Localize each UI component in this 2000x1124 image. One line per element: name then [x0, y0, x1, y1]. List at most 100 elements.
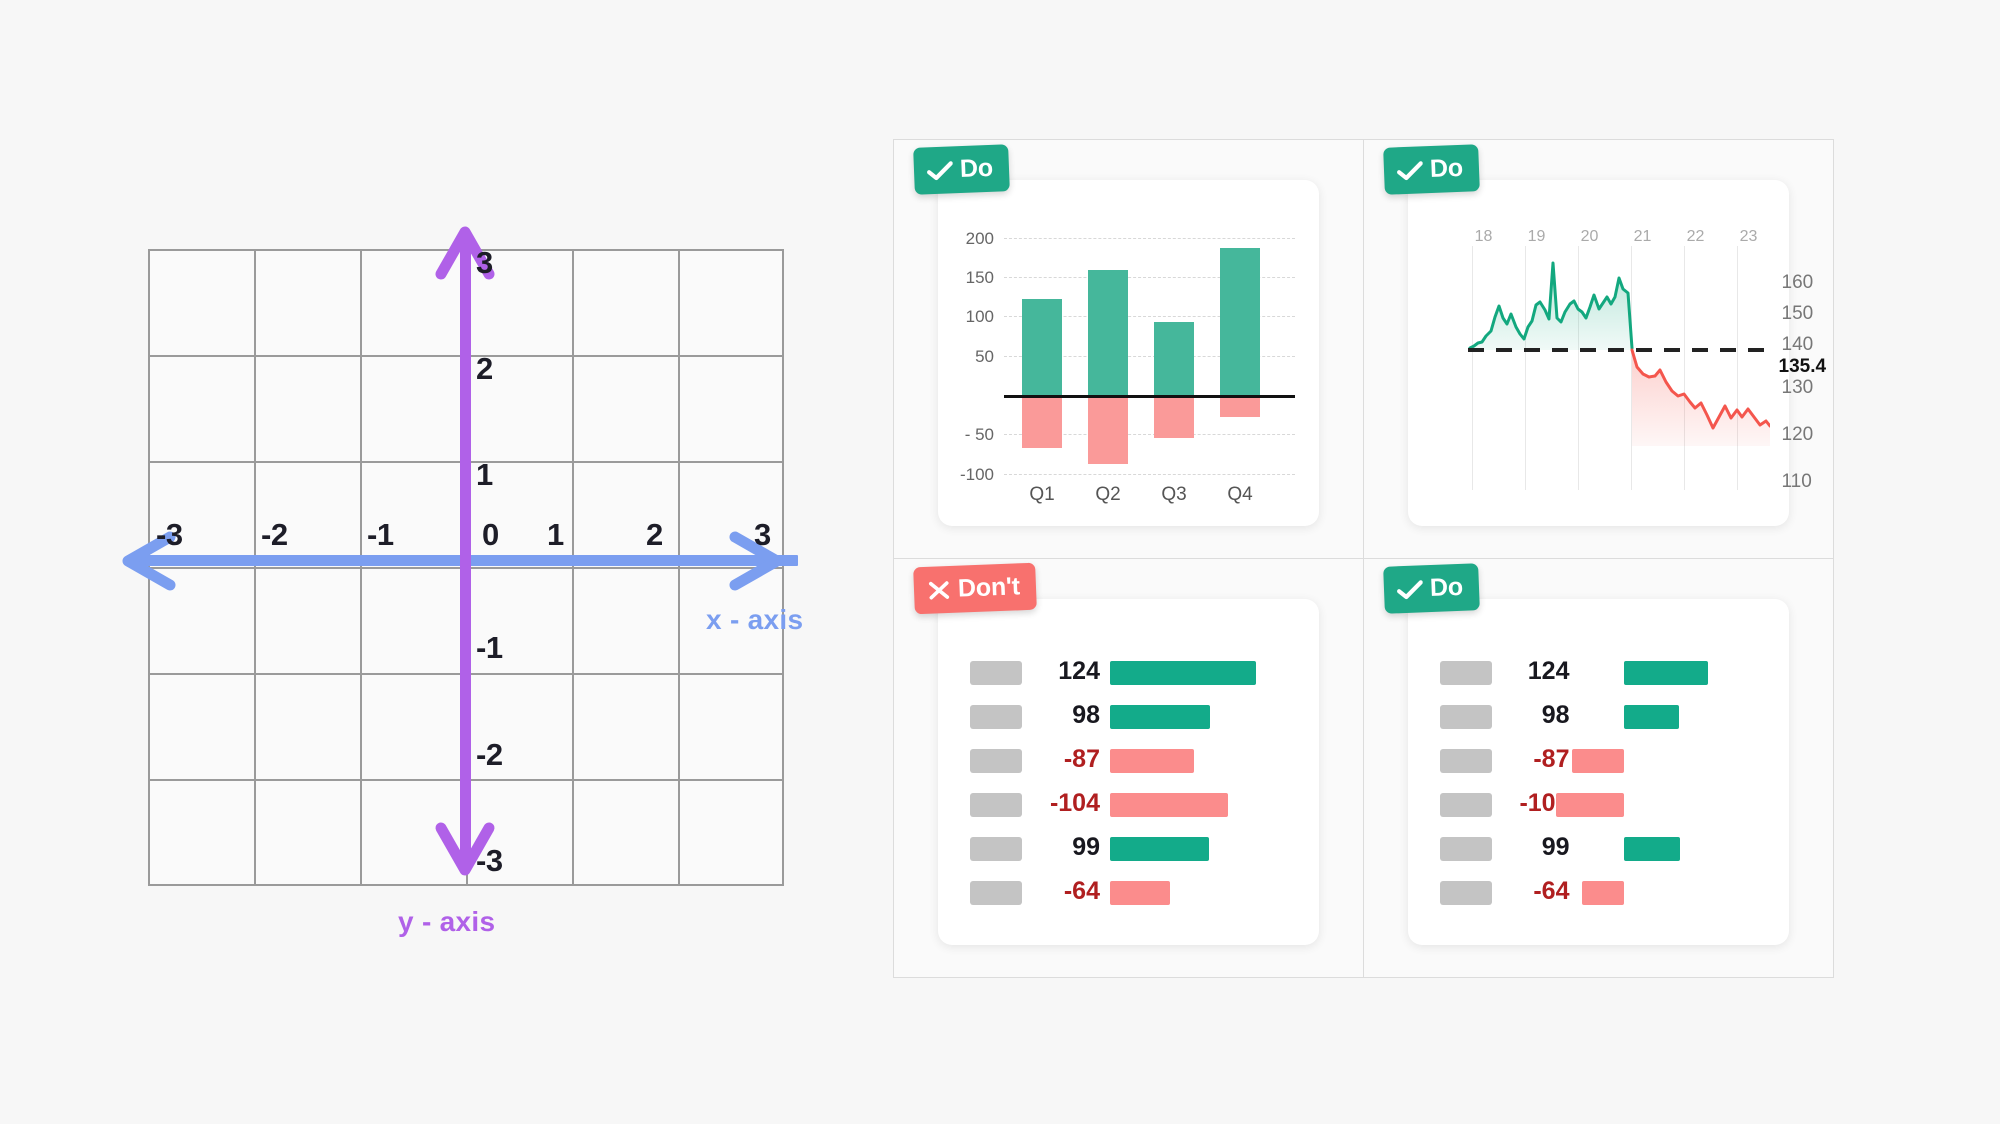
row-swatch	[970, 704, 1022, 729]
coordinate-plane-diagram: -3 -2 -1 0 1 2 3 3 2 1 -1 -2 -3 x - axis…	[0, 0, 880, 1124]
list-item: -64	[1408, 877, 1790, 905]
check-icon	[1396, 579, 1423, 599]
y-tick-label-1: 1	[476, 457, 493, 492]
y-axis-label: y - axis	[398, 906, 496, 937]
x-axis-tick-20: 20	[1580, 228, 1599, 245]
x-tick-label--3: -3	[156, 517, 183, 552]
quadrant-bar-chart-do: Do 200 150 100 50 - 50 -100 Q1 Q2 Q3 Q4	[894, 140, 1364, 559]
badge-label: Do	[959, 153, 994, 184]
x-tick-label-2: 2	[646, 517, 663, 552]
row-value: -64	[1063, 876, 1100, 905]
quadrant-line-chart-do: Do 18 19 20 21 22 23 160 150 140 135.4 1…	[1363, 140, 1833, 559]
y-axis-line	[460, 238, 471, 871]
row-bar	[1110, 792, 1228, 817]
x-tick-label--1: -1	[367, 517, 394, 552]
row-value: 98	[1541, 700, 1570, 729]
list-item: -104	[938, 789, 1319, 817]
bar-list-do-card: 124 98 -87 -104 99 -64	[1407, 598, 1790, 945]
x-axis-label: x - axis	[706, 604, 804, 635]
bar-q3-negative	[1154, 395, 1194, 439]
row-bar	[1110, 880, 1170, 905]
y-axis-tick-150: 150	[965, 268, 994, 288]
row-bar	[1110, 660, 1256, 685]
quadrant-bar-list-dont: Don't 124 98 -87 -104 99 -64	[894, 558, 1364, 977]
row-swatch	[970, 880, 1022, 905]
row-bar	[1581, 880, 1624, 905]
y-axis-tick--100: -100	[959, 464, 994, 484]
row-value: -87	[1063, 744, 1100, 773]
badge-label: Don't	[957, 571, 1021, 603]
row-bar	[1571, 748, 1624, 773]
y-tick-label-2: 2	[476, 351, 493, 386]
screenshot-root: -3 -2 -1 0 1 2 3 3 2 1 -1 -2 -3 x - axis…	[0, 0, 2000, 1124]
list-item: 98	[938, 701, 1319, 729]
list-item: 124	[1408, 657, 1790, 685]
row-value: 99	[1072, 832, 1100, 861]
row-swatch	[970, 748, 1022, 773]
bar-list-dont: 124 98 -87 -104 99 -64	[938, 649, 1319, 936]
row-bar	[1110, 836, 1209, 861]
badge-do: Do	[913, 144, 1010, 195]
list-item: 99	[938, 833, 1319, 861]
x-axis-tick-q3: Q3	[1161, 483, 1187, 505]
row-swatch	[970, 660, 1022, 685]
y-tick-label-3: 3	[476, 245, 493, 280]
quarterly-bar-chart: 200 150 100 50 - 50 -100 Q1 Q2 Q3 Q4	[938, 224, 1309, 520]
badge-dont: Don't	[913, 562, 1037, 614]
row-value: -87	[1533, 744, 1570, 773]
y-tick-label--2: -2	[476, 737, 503, 772]
red-area-fill	[1631, 350, 1770, 446]
row-bar	[1555, 792, 1624, 817]
y-axis-tick-150: 150	[1781, 303, 1814, 324]
y-axis-tick-110: 110	[1781, 471, 1812, 492]
y-axis-tick-100: 100	[965, 307, 994, 327]
y-tick-label--1: -1	[476, 630, 503, 665]
y-tick-label--3: -3	[476, 843, 503, 878]
list-item: -64	[938, 877, 1319, 905]
badge-label: Do	[1428, 153, 1463, 184]
row-swatch	[1439, 660, 1492, 685]
y-axis-tick--50: - 50	[964, 425, 994, 445]
row-swatch	[970, 792, 1022, 817]
price-area-chart: 18 19 20 21 22 23 160 150 140 135.4 130 …	[1438, 228, 1826, 512]
row-value: -104	[1049, 788, 1100, 817]
y-axis-tick-50: 50	[975, 346, 994, 366]
row-bar	[1623, 704, 1679, 729]
quadrant-bar-list-do: Do 124 98 -87 -104 99 -64	[1364, 559, 1834, 978]
row-bar	[1110, 748, 1194, 773]
x-axis-tick-19: 19	[1527, 228, 1546, 245]
row-swatch	[1439, 880, 1492, 905]
list-item: -104	[1408, 789, 1790, 817]
bar-chart-plot-area: 200 150 100 50 - 50 -100	[960, 229, 1295, 484]
row-value: 98	[1072, 700, 1100, 729]
bar-q2-positive	[1088, 270, 1128, 396]
row-swatch	[970, 836, 1022, 861]
bar-chart-card: 200 150 100 50 - 50 -100 Q1 Q2 Q3 Q4	[938, 180, 1319, 526]
x-axis-tick-23: 23	[1739, 228, 1758, 245]
zero-baseline	[1004, 395, 1295, 398]
row-value: -64	[1533, 876, 1570, 905]
row-bar	[1623, 836, 1680, 861]
row-swatch	[1439, 704, 1492, 729]
check-icon	[1396, 160, 1423, 180]
x-axis-tick-q1: Q1	[1029, 483, 1055, 505]
y-axis-tick-120: 120	[1781, 424, 1814, 445]
bar-q2-negative	[1088, 395, 1128, 464]
x-axis-tick-q4: Q4	[1227, 483, 1253, 505]
x-tick-label-0: 0	[482, 517, 499, 552]
bar-list-do: 124 98 -87 -104 99 -64	[1408, 649, 1790, 936]
check-icon	[926, 160, 953, 180]
cross-icon	[928, 580, 950, 599]
y-axis-tick-130: 130	[1781, 377, 1814, 398]
row-value: 124	[1058, 656, 1100, 685]
x-axis-tick-q2: Q2	[1095, 483, 1121, 505]
list-item: 99	[1408, 833, 1790, 861]
x-tick-label--2: -2	[261, 517, 288, 552]
bar-q1-positive	[1022, 299, 1062, 396]
row-bar	[1110, 704, 1210, 729]
badge-do: Do	[1382, 144, 1480, 195]
x-axis-tick-18: 18	[1474, 228, 1493, 245]
reference-value-label: 135.4	[1778, 356, 1827, 377]
gridline: -100	[960, 465, 1295, 484]
x-axis-tick-22: 22	[1686, 228, 1705, 245]
